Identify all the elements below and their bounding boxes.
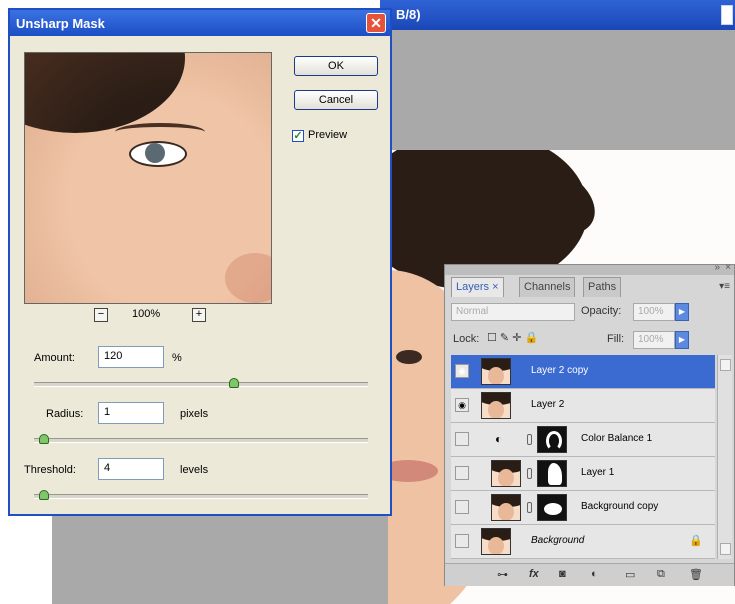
- opacity-field[interactable]: 100%: [633, 303, 675, 321]
- adjustment-icon[interactable]: ◐: [591, 568, 598, 580]
- document-window-button[interactable]: [721, 5, 733, 25]
- layers-footer: ⊶ fx ◙ ◐ ▭ ⧉ 🗑: [445, 563, 734, 586]
- threshold-field[interactable]: 4: [98, 458, 164, 480]
- amount-slider-thumb[interactable]: [229, 378, 240, 388]
- tab-layers[interactable]: Layers ×: [451, 277, 504, 297]
- layer-name: Layer 2 copy: [531, 365, 589, 376]
- layer-row[interactable]: ◉ Layer 2: [451, 389, 715, 423]
- radius-field[interactable]: 1: [98, 402, 164, 424]
- dialog-title-bar: Unsharp Mask ✕: [10, 10, 390, 36]
- radius-label: Radius:: [46, 408, 84, 420]
- layer-row[interactable]: Background copy: [451, 491, 715, 525]
- lock-icons[interactable]: ☐ ✎ ✛ 🔒: [487, 331, 538, 344]
- unsharp-mask-dialog: Unsharp Mask ✕ OK Cancel ✓ Preview − 100…: [8, 8, 392, 516]
- tab-channels[interactable]: Channels: [519, 277, 576, 297]
- preview-label: Preview: [308, 129, 348, 141]
- panel-close-icon[interactable]: ×: [725, 262, 731, 273]
- blend-mode-select[interactable]: Normal: [451, 303, 575, 321]
- document-title: B/8): [396, 7, 421, 22]
- opacity-label: Opacity:: [581, 305, 622, 317]
- radius-slider-track[interactable]: [34, 438, 368, 443]
- cancel-button[interactable]: Cancel: [294, 90, 378, 110]
- layer-thumbnail: [481, 392, 511, 419]
- layer-row[interactable]: ◉ Layer 2 copy: [451, 355, 715, 389]
- layers-panel: » × Layers × Channels Paths ▾≡ Normal Op…: [444, 262, 735, 586]
- mask-icon[interactable]: ◙: [559, 568, 566, 580]
- tab-paths[interactable]: Paths: [583, 277, 622, 297]
- layer-row[interactable]: Layer 1: [451, 457, 715, 491]
- lock-icon: 🔒: [689, 535, 703, 547]
- opacity-arrow-icon[interactable]: ▶: [675, 303, 689, 321]
- layers-scrollbar[interactable]: [717, 355, 732, 559]
- fill-arrow-icon[interactable]: ▶: [675, 331, 689, 349]
- photo-eye: [396, 350, 422, 364]
- threshold-slider-track[interactable]: [34, 494, 368, 499]
- layer-mask-thumbnail: [537, 426, 567, 453]
- threshold-label: Threshold:: [24, 464, 76, 476]
- layer-name: Background: [531, 535, 585, 546]
- panel-menu-icon[interactable]: ▾≡: [719, 281, 730, 292]
- panel-header-bar: » ×: [445, 262, 734, 275]
- amount-unit: %: [172, 352, 182, 364]
- preview-shading: [25, 53, 271, 303]
- zoom-out-button[interactable]: −: [94, 308, 108, 322]
- ok-button[interactable]: OK: [294, 56, 378, 76]
- adjustment-layer-icon: ◐: [495, 432, 503, 446]
- amount-slider-track[interactable]: [34, 382, 368, 387]
- visibility-eye-icon[interactable]: ◉: [455, 398, 469, 412]
- layer-row[interactable]: Background 🔒: [451, 525, 715, 559]
- fill-field[interactable]: 100%: [633, 331, 675, 349]
- visibility-toggle[interactable]: [455, 500, 469, 514]
- layer-thumbnail: [481, 358, 511, 385]
- dialog-title: Unsharp Mask: [16, 16, 105, 31]
- layer-thumbnail: [481, 528, 511, 555]
- visibility-toggle[interactable]: [455, 534, 469, 548]
- zoom-level: 100%: [132, 308, 161, 320]
- radius-slider-thumb[interactable]: [39, 434, 50, 444]
- link-icon[interactable]: ⊶: [497, 568, 508, 581]
- layer-name: Layer 1: [581, 467, 615, 478]
- layer-thumbnail: [491, 460, 521, 487]
- amount-field[interactable]: 120: [98, 346, 164, 368]
- chain-link-icon[interactable]: [527, 468, 532, 479]
- chain-link-icon[interactable]: [527, 434, 532, 445]
- threshold-slider-thumb[interactable]: [39, 490, 50, 500]
- lock-label: Lock:: [453, 333, 480, 345]
- folder-icon[interactable]: ▭: [625, 568, 635, 581]
- amount-label: Amount:: [34, 352, 75, 364]
- layer-mask-thumbnail: [537, 494, 567, 521]
- visibility-toggle[interactable]: [455, 466, 469, 480]
- fx-icon[interactable]: fx: [529, 568, 539, 580]
- layer-name: Color Balance 1: [581, 433, 653, 444]
- panel-collapse-icon[interactable]: »: [714, 262, 720, 273]
- new-layer-icon[interactable]: ⧉: [657, 568, 665, 581]
- visibility-eye-icon[interactable]: ◉: [455, 364, 469, 378]
- fill-label: Fill:: [607, 333, 625, 345]
- close-icon[interactable]: ✕: [366, 13, 386, 33]
- layer-row[interactable]: ◐ Color Balance 1: [451, 423, 715, 457]
- trash-icon[interactable]: 🗑: [689, 568, 703, 581]
- layer-name: Layer 2: [531, 399, 565, 410]
- preview-checkbox[interactable]: ✓: [292, 130, 304, 142]
- zoom-in-button[interactable]: +: [192, 308, 206, 322]
- document-workspace: [380, 30, 735, 148]
- chain-link-icon[interactable]: [527, 502, 532, 513]
- document-title-bar: B/8): [380, 0, 735, 30]
- preview-image[interactable]: [24, 52, 272, 304]
- layer-thumbnail: [491, 494, 521, 521]
- layer-name: Background copy: [581, 501, 659, 512]
- visibility-toggle[interactable]: [455, 432, 469, 446]
- layer-mask-thumbnail: [537, 460, 567, 487]
- radius-unit: pixels: [180, 408, 209, 420]
- threshold-unit: levels: [180, 464, 209, 476]
